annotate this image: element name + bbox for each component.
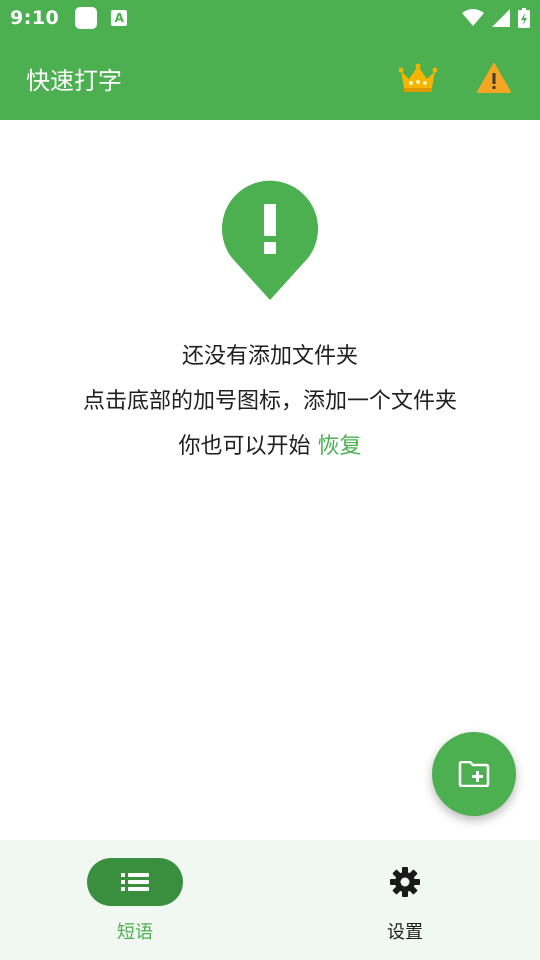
empty-message-line3: 你也可以开始 恢复 [0,428,540,460]
alert-pin-icon [222,180,318,300]
nav-item-settings-indicator[interactable] [357,858,453,906]
list-icon [121,873,149,891]
wifi-icon [462,9,484,26]
warning-button[interactable] [474,58,514,98]
app-bar: 快速打字 [0,36,540,120]
nav-item-phrases-label: 短语 [117,922,153,943]
premium-button[interactable] [398,58,438,98]
add-folder-fab[interactable] [432,732,516,816]
empty-message-line2: 点击底部的加号图标，添加一个文件夹 [82,389,457,414]
bottom-navigation: 短语 设置 [0,840,540,960]
nav-item-settings-label: 设置 [387,922,423,943]
nav-item-phrases[interactable]: 短语 [0,840,270,960]
battery-icon [518,8,530,28]
app-title: 快速打字 [26,66,122,95]
notification-app-icon [75,7,98,29]
nav-item-phrases-indicator[interactable] [87,858,183,906]
restore-link[interactable]: 恢复 [317,434,361,459]
nav-item-settings[interactable]: 设置 [270,840,540,960]
empty-message-line1: 还没有添加文件夹 [181,344,358,369]
app-bar-actions [398,58,514,98]
notification-a-icon: A [111,10,128,26]
signal-icon [492,9,510,27]
status-icons [462,8,530,28]
status-time: 9:10 [10,7,60,29]
status-bar: 9:10 A [0,0,540,36]
gear-icon [390,867,420,897]
folder-add-icon [458,761,490,787]
crown-icon [399,63,437,92]
empty-message-prefix: 你也可以开始 [178,434,318,459]
warning-icon [477,63,511,93]
